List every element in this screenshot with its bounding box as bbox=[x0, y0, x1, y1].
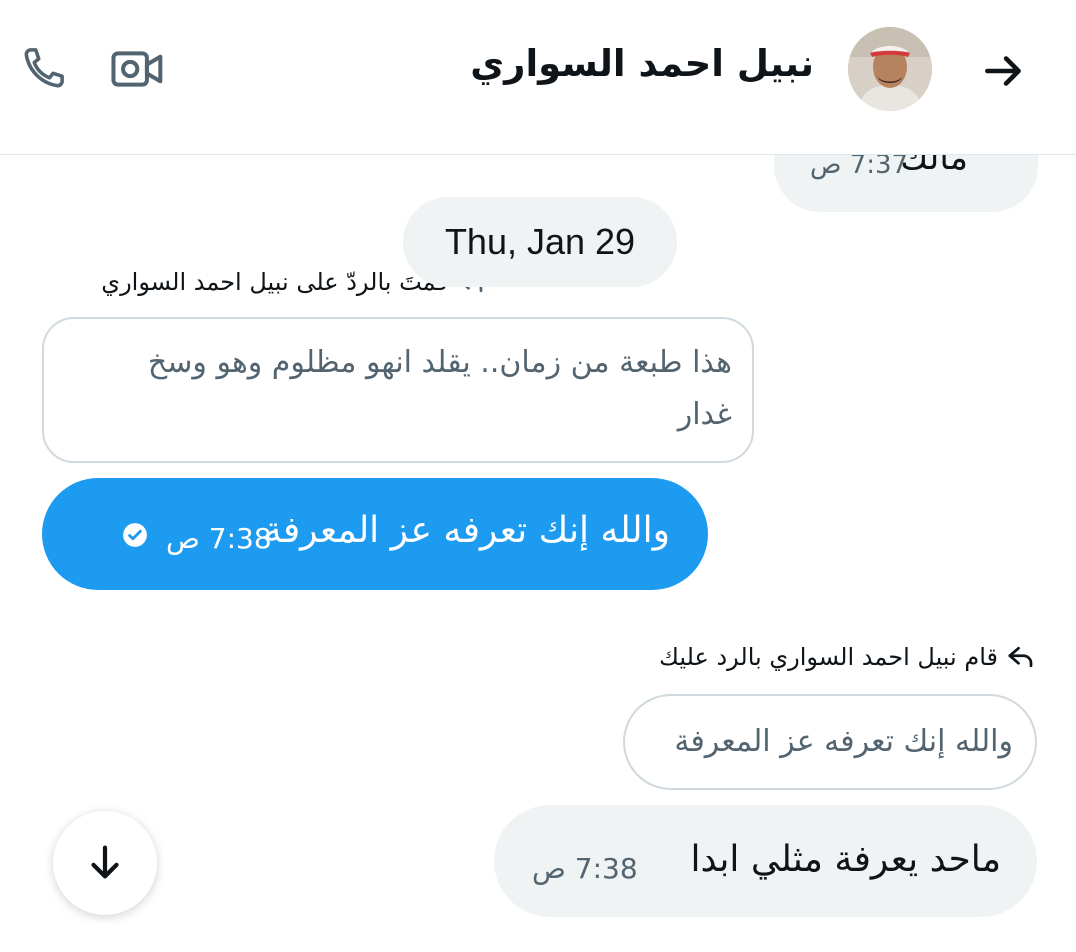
avatar[interactable] bbox=[848, 27, 932, 111]
reply-context-text: قمتَ بالردّ على نبيل احمد السواري bbox=[101, 268, 448, 296]
message-time: 7:38 ص bbox=[166, 522, 272, 555]
quoted-text-line: هذا طبعة من زمان.. يقلد انهو مظلوم وهو و… bbox=[147, 345, 732, 380]
read-check-icon bbox=[123, 523, 147, 547]
quoted-message[interactable]: والله إنك تعرفه عز المعرفة bbox=[623, 694, 1037, 790]
arrow-down-icon bbox=[91, 845, 119, 879]
reply-context-text: قام نبيل احمد السواري بالرد عليك bbox=[659, 643, 998, 671]
quoted-message[interactable]: هذا طبعة من زمان.. يقلد انهو مظلوم وهو و… bbox=[42, 317, 754, 463]
conversation-header: نبيل احمد السواري bbox=[0, 0, 1076, 155]
phone-icon[interactable] bbox=[14, 40, 72, 98]
message-text: والله إنك تعرفه عز المعرفة bbox=[263, 510, 670, 551]
contact-name[interactable]: نبيل احمد السواري bbox=[470, 42, 814, 85]
date-separator: Thu, Jan 29 bbox=[403, 197, 677, 287]
scroll-to-bottom-button[interactable] bbox=[53, 811, 157, 915]
reply-arrow-icon bbox=[1008, 646, 1033, 668]
arrow-right-icon[interactable] bbox=[976, 43, 1032, 99]
sent-message[interactable]: والله إنك تعرفه عز المعرفة 7:38 ص bbox=[42, 478, 708, 590]
message-time: 7:38 ص bbox=[532, 852, 638, 885]
quoted-text: والله إنك تعرفه عز المعرفة bbox=[674, 724, 1013, 759]
received-message[interactable]: ماحد يعرفة مثلي ابدا 7:38 ص bbox=[494, 805, 1037, 917]
reply-context-label: قام نبيل احمد السواري بالرد عليك bbox=[659, 643, 1036, 671]
video-camera-icon[interactable] bbox=[108, 40, 168, 98]
quoted-text-line: غدار bbox=[677, 397, 732, 432]
message-text: ماحد يعرفة مثلي ابدا bbox=[690, 839, 1001, 880]
